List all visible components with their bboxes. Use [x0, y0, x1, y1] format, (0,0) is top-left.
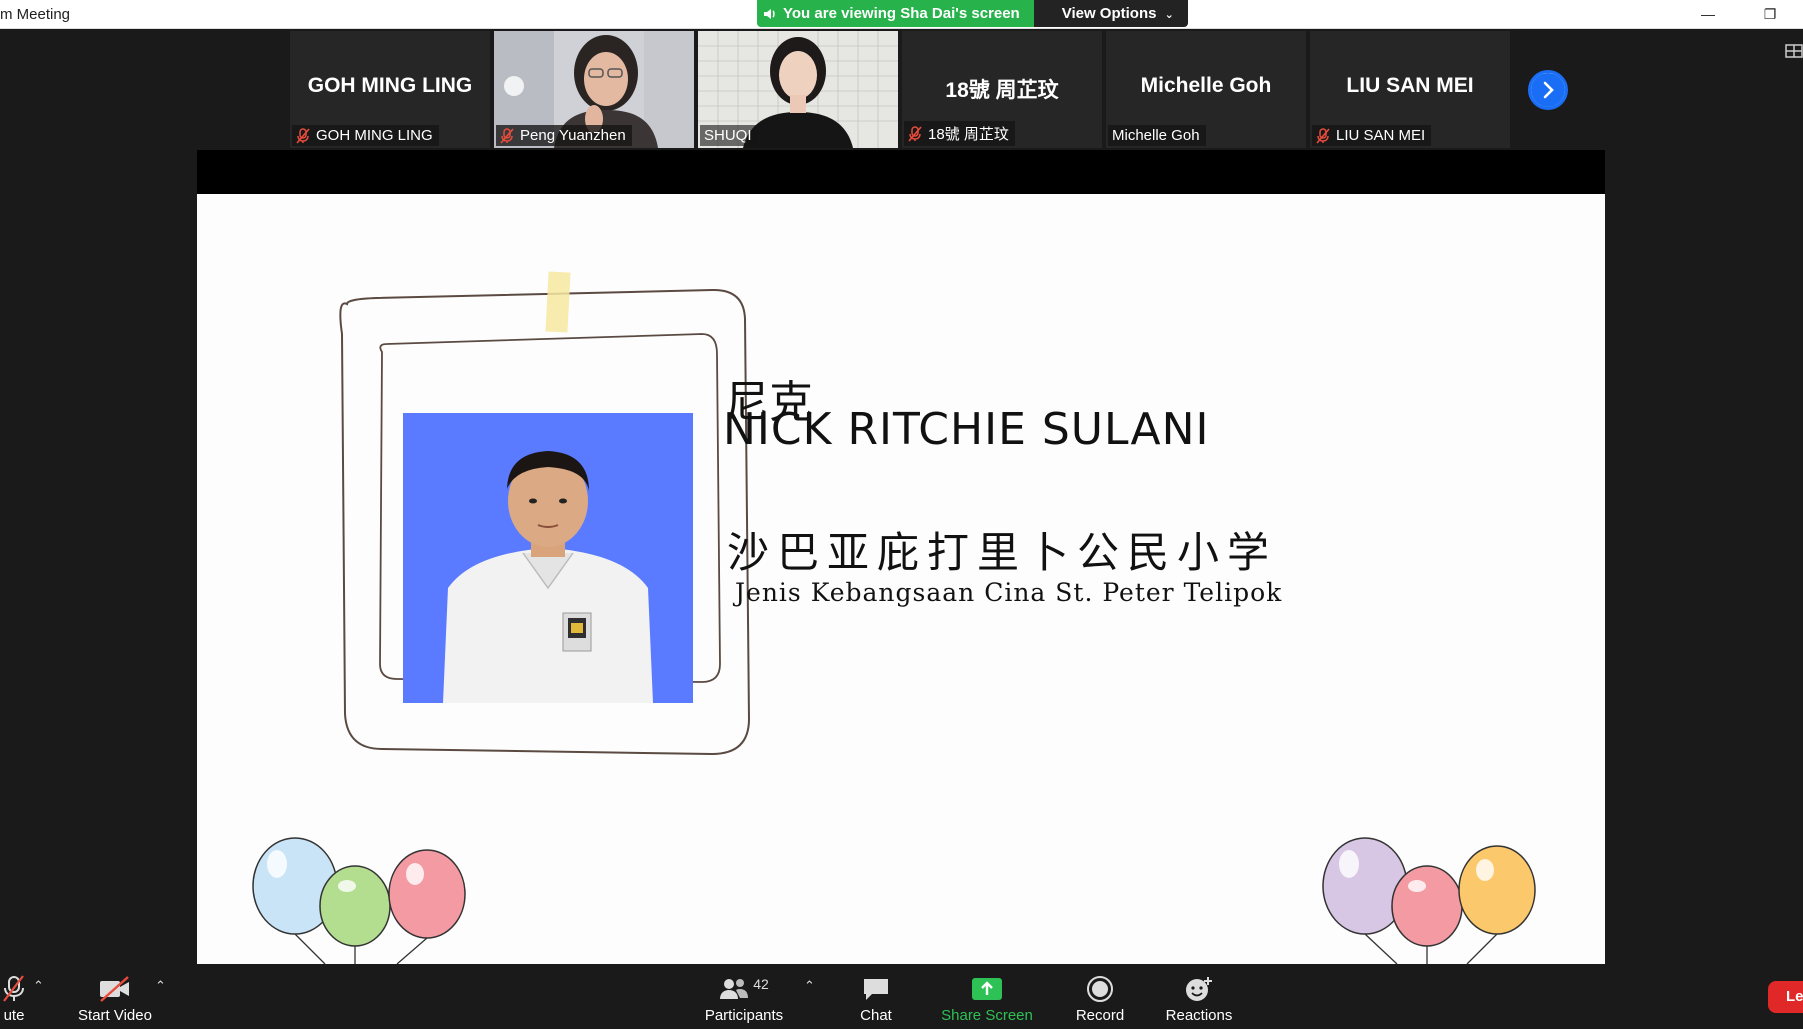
record-button[interactable]: Record [1070, 972, 1130, 1024]
participant-display-name: LIU SAN MEI [1346, 74, 1474, 97]
speaker-icon [764, 8, 775, 19]
chat-label: Chat [860, 1007, 892, 1024]
mic-muted-icon [908, 125, 922, 142]
school-name-chinese: 沙巴亚庇打里卜公民小学 [727, 528, 1278, 577]
participant-tile[interactable]: Michelle Goh Michelle Goh [1106, 31, 1306, 148]
chevron-down-icon: ⌄ [1164, 9, 1174, 21]
participants-count: 42 [753, 976, 769, 992]
start-video-button[interactable]: Start Video [72, 972, 158, 1024]
participant-name-bar: Peng Yuanzhen [496, 125, 632, 146]
participant-display-name: GOH MING LING [307, 74, 473, 97]
reactions-label: Reactions [1165, 1007, 1233, 1024]
chevron-right-icon [1531, 73, 1565, 107]
balloons-right [1322, 837, 1536, 964]
participant-tile[interactable]: Peng Yuanzhen [494, 31, 694, 148]
record-icon [1087, 976, 1113, 1002]
record-label: Record [1075, 1007, 1125, 1024]
video-off-icon [100, 976, 129, 1002]
next-page-button[interactable] [1528, 70, 1568, 110]
share-screen-label: Share Screen [941, 1007, 1033, 1024]
participant-name-bar: LIU SAN MEI [1312, 125, 1432, 146]
participant-name-bar: SHUQI [700, 125, 758, 146]
participant-label: GOH MING LING [316, 127, 433, 144]
share-screen-button[interactable]: Share Screen [940, 972, 1034, 1024]
minimize-icon: — [1701, 6, 1715, 22]
view-options-button[interactable]: View Options ⌄ [1033, 0, 1188, 27]
participant-label: LIU SAN MEI [1336, 127, 1426, 144]
participant-tile[interactable]: LIU SAN MEI LIU SAN MEI [1310, 31, 1510, 148]
participant-name-bar: GOH MING LING [292, 125, 439, 146]
participants-icon [720, 979, 749, 999]
shared-screen: 尼克 NICK RITCHIE SULANI 沙巴亚庇打里卜公民小学 Jenis… [197, 194, 1605, 964]
student-photo [403, 413, 693, 703]
chat-icon [864, 979, 888, 1000]
meeting-toolbar: ute ⌃ Start Video ⌃ 42 Participants ⌃ Ch… [0, 964, 1803, 1029]
participant-display-name: Michelle Goh [1140, 74, 1272, 97]
participant-strip: GOH MING LING GOH MING LING Peng Yuanzhe… [290, 31, 1510, 148]
restore-icon: ❐ [1763, 6, 1777, 22]
participant-name-bar: Michelle Goh [1108, 125, 1206, 146]
participant-label: Michelle Goh [1112, 127, 1200, 144]
minimize-button[interactable]: — [1693, 4, 1723, 24]
mic-muted-icon [296, 127, 310, 144]
mute-label: ute [3, 1007, 25, 1024]
participants-button[interactable]: 42 Participants [703, 972, 785, 1024]
participant-display-name: 18號 周芷玟 [945, 79, 1059, 102]
participant-label: Peng Yuanzhen [520, 127, 626, 144]
participants-options-caret[interactable]: ⌃ [804, 978, 815, 994]
participant-tile-active[interactable]: SHUQI [698, 31, 898, 148]
participant-tile[interactable]: GOH MING LING GOH MING LING [290, 31, 490, 148]
participant-label: SHUQI [704, 127, 752, 144]
audio-options-caret[interactable]: ⌃ [33, 978, 44, 994]
window-title: m Meeting [0, 6, 71, 23]
viewing-text: You are viewing Sha Dai's screen [783, 5, 1020, 22]
viewing-banner: You are viewing Sha Dai's screen View Op… [757, 0, 1188, 27]
chat-button[interactable]: Chat [851, 972, 901, 1024]
reactions-icon [1186, 977, 1212, 1001]
title-bar: m Meeting You are viewing Sha Dai's scre… [0, 0, 1803, 29]
mic-muted-icon [500, 127, 514, 144]
mic-muted-icon [3, 975, 24, 1002]
participant-tile[interactable]: 18號 周芷玟 18號 周芷玟 [902, 31, 1102, 148]
gallery-view-icon[interactable] [1785, 43, 1803, 59]
start-video-label: Start Video [78, 1007, 152, 1024]
participants-label: Participants [704, 1007, 784, 1024]
mic-muted-icon [1316, 127, 1330, 144]
mute-button[interactable]: ute [0, 972, 32, 1024]
viewing-status: You are viewing Sha Dai's screen [757, 0, 1034, 27]
leave-button[interactable]: Le [1768, 981, 1803, 1013]
participant-label: 18號 周芷玟 [928, 126, 1009, 143]
balloons-left [252, 837, 466, 964]
leave-label: Le [1786, 988, 1803, 1005]
shared-screen-header [197, 150, 1605, 194]
participant-name-bar: 18號 周芷玟 [904, 121, 1015, 146]
zoom-meeting-window: m Meeting You are viewing Sha Dai's scre… [0, 0, 1803, 1029]
reactions-button[interactable]: Reactions [1164, 972, 1234, 1024]
share-screen-icon [972, 978, 1002, 1000]
video-options-caret[interactable]: ⌃ [155, 978, 166, 994]
restore-button[interactable]: ❐ [1755, 4, 1785, 24]
view-options-label: View Options [1061, 5, 1157, 22]
student-name-english: NICK RITCHIE SULANI [723, 404, 1210, 455]
school-name-english: Jenis Kebangsaan Cina St. Peter Telipok [735, 578, 1283, 607]
